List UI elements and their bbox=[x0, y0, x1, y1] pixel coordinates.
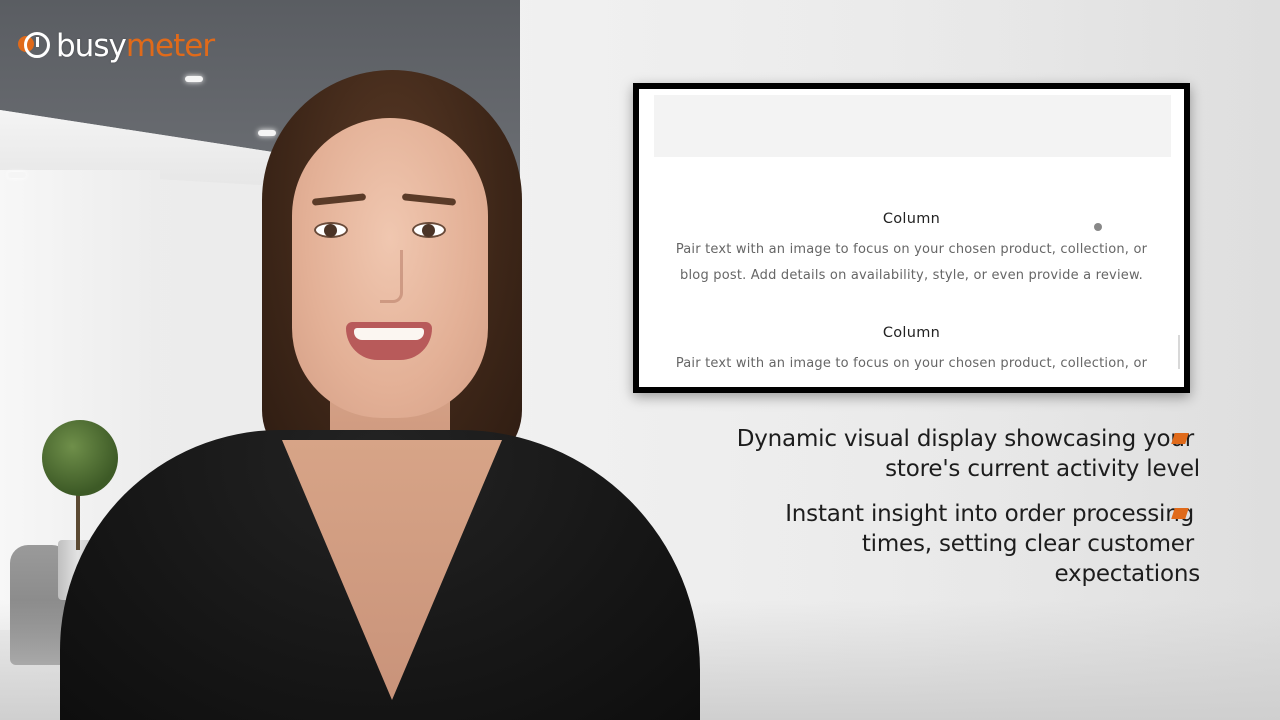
bullet-line: Instant insight into order processing bbox=[785, 501, 1194, 527]
clock-icon bbox=[18, 26, 58, 66]
logo-text-busy: busy bbox=[56, 27, 127, 64]
monitor-screen: Column Pair text with an image to focus … bbox=[639, 89, 1184, 387]
cursor-icon bbox=[1094, 223, 1102, 231]
column-block: Column Pair text with an image to focus … bbox=[639, 211, 1184, 289]
column-text-line: Pair text with an image to focus on your… bbox=[675, 356, 1148, 371]
column-text: Pair text with an image to focus on your… bbox=[639, 351, 1184, 377]
presenter-teeth bbox=[354, 328, 424, 340]
scrollbar[interactable] bbox=[1178, 335, 1180, 369]
presenter-eye bbox=[412, 222, 446, 238]
column-title: Column bbox=[882, 325, 941, 341]
presenter-eye bbox=[314, 222, 348, 238]
logo-wordmark: busymeter bbox=[56, 27, 215, 64]
bullet-line: times, setting clear customer bbox=[861, 531, 1194, 557]
logo-ring bbox=[24, 32, 50, 58]
bullet-line: expectations bbox=[1054, 561, 1200, 587]
busymeter-logo: busymeter bbox=[18, 22, 215, 70]
ceiling-light bbox=[8, 172, 26, 178]
ceiling-light bbox=[185, 76, 203, 82]
column-text: Pair text with an image to focus on your… bbox=[639, 237, 1184, 289]
ceiling-light bbox=[258, 130, 276, 136]
bullet-line: store's current activity level bbox=[885, 456, 1200, 482]
column-block: Column Pair text with an image to focus … bbox=[639, 325, 1184, 377]
plant-stem bbox=[76, 490, 80, 550]
column-title: Column bbox=[882, 211, 941, 227]
plant-foliage bbox=[42, 420, 118, 496]
column-text-line: Pair text with an image to focus on your… bbox=[675, 242, 1148, 257]
presenter-nose bbox=[380, 250, 403, 303]
monitor-frame: Column Pair text with an image to focus … bbox=[633, 83, 1190, 393]
page-banner-placeholder bbox=[654, 95, 1171, 157]
logo-text-meter: meter bbox=[125, 27, 215, 64]
feature-bullet: Dynamic visual display showcasing your s… bbox=[737, 424, 1200, 484]
bullet-line: Dynamic visual display showcasing your bbox=[736, 426, 1194, 452]
column-text-line: blog post. Add details on availability, … bbox=[680, 268, 1143, 283]
feature-bullet: Instant insight into order processing ti… bbox=[785, 499, 1200, 589]
